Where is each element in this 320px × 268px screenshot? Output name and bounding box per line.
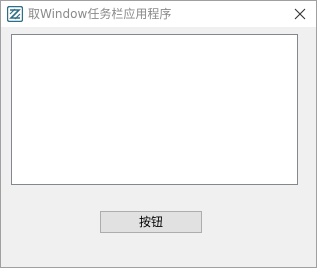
app-window: 取Window任务栏应用程序 按钮: [0, 0, 317, 268]
action-button[interactable]: 按钮: [100, 211, 202, 233]
title-bar[interactable]: 取Window任务栏应用程序: [1, 1, 316, 27]
app-list-box[interactable]: [11, 34, 298, 185]
window-title: 取Window任务栏应用程序: [28, 7, 172, 21]
app-logo-icon: [6, 5, 24, 23]
close-icon: [294, 5, 306, 24]
close-button[interactable]: [284, 1, 316, 27]
